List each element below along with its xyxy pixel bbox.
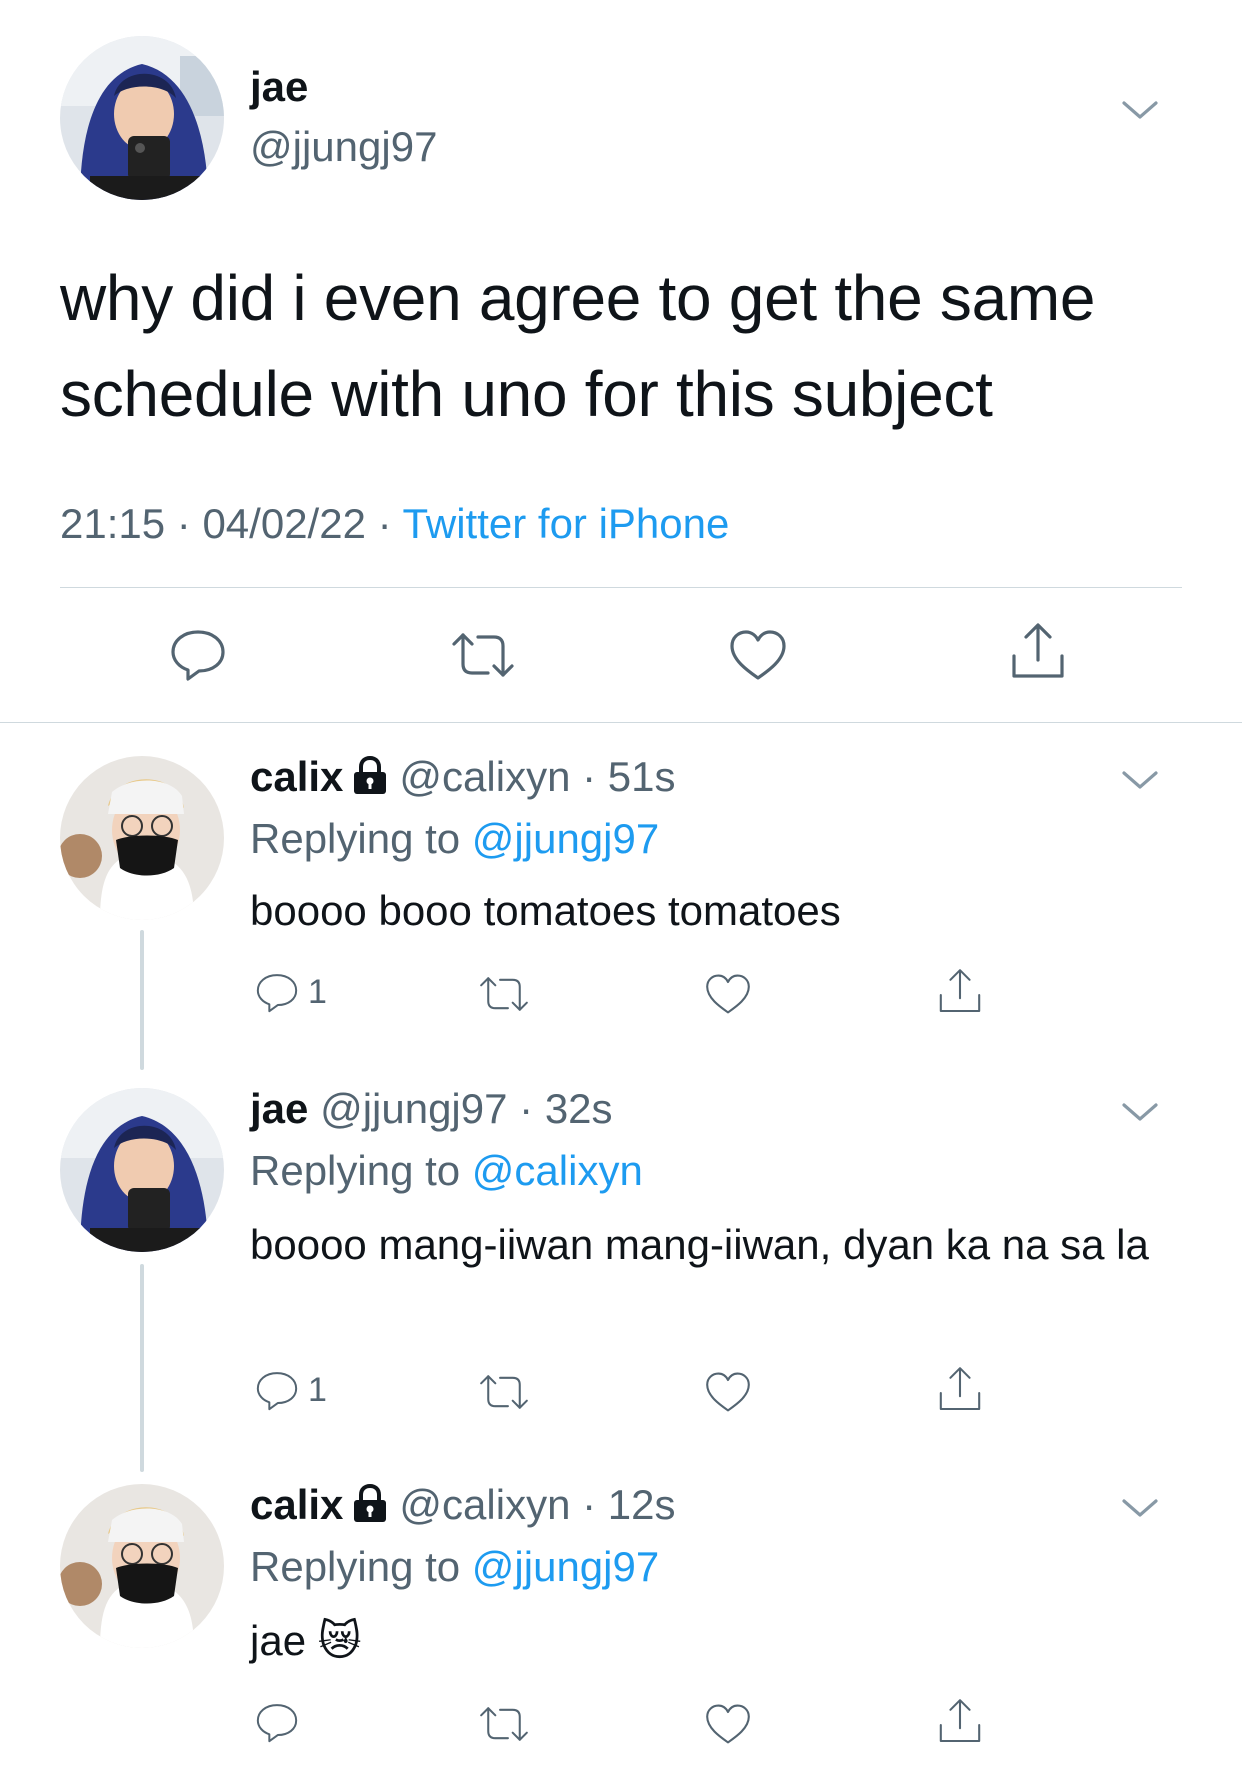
like-button[interactable] [704,972,752,1016]
like-icon [730,630,786,680]
reply-button[interactable] [168,626,228,682]
reply-author-handle[interactable]: @jjungj97 [320,1085,507,1132]
reply-avatar[interactable] [60,1484,224,1648]
share-button[interactable] [1008,620,1068,682]
reply-age: 32s [544,1085,613,1132]
tweet-time: 21:15 [60,500,166,547]
reply-header: calix @calixyn · 51s [250,753,676,800]
replying-prefix: Replying to [250,1543,461,1590]
share-icon [1012,623,1064,678]
retweet-icon [452,633,514,677]
reply-avatar[interactable] [60,1088,224,1252]
author-avatar[interactable] [60,36,224,200]
divider [0,722,1242,723]
reply-icon [256,974,298,1013]
reply-button[interactable]: 1 [254,1368,327,1412]
tweet-source-link[interactable]: Twitter for iPhone [403,500,730,547]
replying-to-link[interactable]: @jjungj97 [472,1543,659,1590]
reply-icon [256,1372,298,1411]
replying-to-link[interactable]: @jjungj97 [472,815,659,862]
retweet-icon [480,1707,528,1741]
share-button[interactable] [936,1364,984,1414]
reply-author-name[interactable]: calix [250,1481,343,1528]
chevron-down-icon[interactable] [1120,1496,1160,1520]
tweet-text: why did i even agree to get the same sch… [60,262,1096,430]
reply-author-handle[interactable]: @calixyn [399,1481,570,1528]
reply-author-name[interactable]: jae [250,1085,308,1132]
reply-count: 1 [308,973,327,1011]
like-icon [706,1372,750,1412]
tweet-date: 04/02/22 [202,500,366,547]
lock-icon [351,755,389,795]
chevron-down-icon[interactable] [1120,1100,1160,1124]
reply-age: 12s [607,1481,676,1528]
retweet-button[interactable] [478,1704,530,1744]
share-icon [939,1699,981,1743]
retweet-button[interactable] [450,630,516,680]
thread-line [140,1264,144,1472]
replying-prefix: Replying to [250,1147,461,1194]
author-name[interactable]: jae [250,62,308,112]
replying-to-link[interactable]: @calixyn [472,1147,643,1194]
replying-to: Replying to @jjungj97 [250,1542,659,1592]
tweet-meta: 21:15 · 04/02/22 · Twitter for iPhone [60,496,729,552]
meta-separator: · [377,500,392,547]
reply-header: calix @calixyn · 12s [250,1481,676,1528]
replying-prefix: Replying to [250,815,461,862]
reply-author-name[interactable]: calix [250,753,343,800]
reply-avatar[interactable] [60,756,224,920]
replying-to: Replying to @jjungj97 [250,814,659,864]
like-button[interactable] [704,1702,752,1746]
retweet-button[interactable] [478,974,530,1014]
lock-icon [351,1483,389,1523]
chevron-down-icon[interactable] [1120,98,1160,122]
reply-icon [171,630,225,681]
retweet-icon [480,1375,528,1409]
like-button[interactable] [728,628,788,682]
reply-button[interactable]: 1 [254,970,327,1014]
retweet-button[interactable] [478,1372,530,1412]
reply-text: boooo mang-iiwan mang-iiwan, dyan ka na … [250,1221,1149,1268]
meta-separator: · [176,500,191,547]
divider [60,587,1182,588]
reply-age: 51s [607,753,676,800]
reply-count: 1 [308,1371,327,1409]
share-icon [939,969,981,1013]
thread-line [140,930,144,1070]
author-handle[interactable]: @jjungj97 [250,122,437,172]
share-button[interactable] [936,966,984,1016]
reply-text: boooo booo tomatoes tomatoes [250,887,841,934]
reply-icon [256,1704,298,1743]
reply-header: jae @jjungj97 · 32s [250,1085,613,1132]
like-icon [706,974,750,1014]
like-icon [706,1704,750,1744]
share-icon [939,1367,981,1411]
replying-to: Replying to @calixyn [250,1146,643,1196]
reply-button[interactable] [254,1700,300,1744]
share-button[interactable] [936,1696,984,1746]
retweet-icon [480,977,528,1011]
reply-text: jae 😿 [250,1617,362,1664]
chevron-down-icon[interactable] [1120,768,1160,792]
reply-author-handle[interactable]: @calixyn [399,753,570,800]
like-button[interactable] [704,1370,752,1414]
